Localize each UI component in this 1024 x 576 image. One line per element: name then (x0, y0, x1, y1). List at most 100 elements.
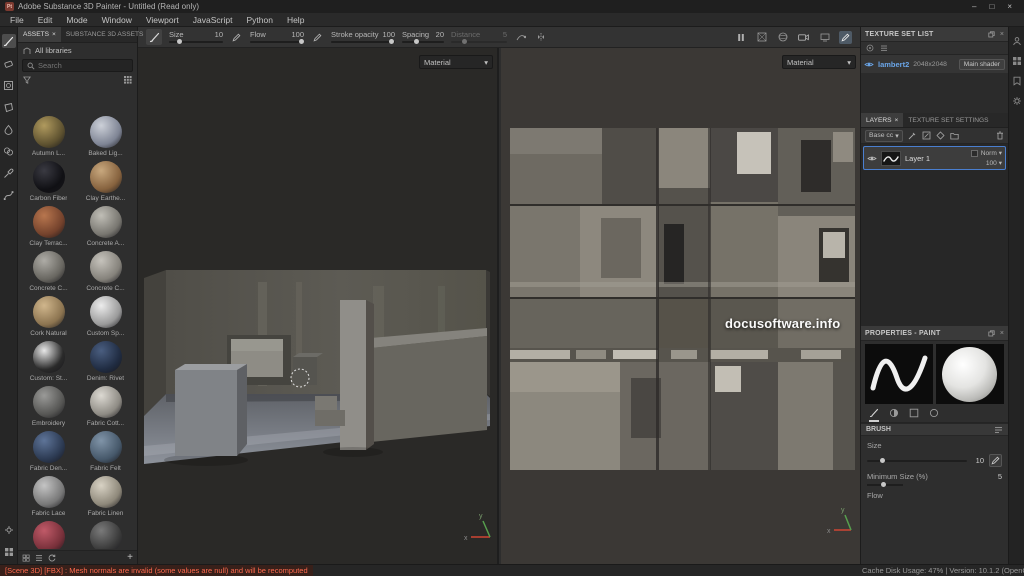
asset-item[interactable]: Cork Natural (20, 292, 77, 337)
asset-item[interactable]: Baked Lig... (77, 112, 134, 157)
viewport-3d-material-dropdown[interactable]: Material ▾ (419, 55, 493, 69)
layer-opacity-dropdown[interactable]: 100 ▾ (986, 159, 1002, 167)
material-picker-tool[interactable] (2, 166, 16, 180)
tab-brush[interactable] (869, 408, 879, 422)
display-settings-icon[interactable] (818, 31, 831, 44)
asset-item[interactable]: Fabric Lace (20, 472, 77, 517)
viewport-3d[interactable]: x y Material ▾ (138, 48, 499, 564)
minimize-button[interactable]: – (972, 2, 976, 11)
spacing-value[interactable]: 20 (436, 31, 444, 38)
blend-mode-dropdown[interactable]: Norm ▾ (981, 149, 1002, 157)
asset-item[interactable]: Fabric Plu... (77, 517, 134, 549)
symmetry-icon[interactable] (534, 31, 547, 44)
search-box[interactable] (22, 59, 133, 72)
close-panel-icon[interactable]: × (1000, 31, 1004, 38)
grid-view-icon[interactable] (123, 75, 132, 84)
flow-slider[interactable] (250, 41, 304, 43)
material-sphere-preview[interactable] (936, 344, 1004, 404)
stroke-opacity-slider-handle[interactable] (389, 39, 394, 44)
preset-list-icon[interactable] (994, 426, 1003, 434)
add-group-icon[interactable] (950, 132, 959, 140)
flow-value[interactable]: 100 (291, 31, 304, 38)
asset-item[interactable]: Autumn L... (20, 112, 77, 157)
menu-item-help[interactable]: Help (280, 15, 311, 25)
perspective-icon[interactable] (755, 31, 768, 44)
layer-indicator[interactable] (971, 150, 978, 157)
add-paint-layer-icon[interactable] (922, 131, 931, 140)
asset-item[interactable]: Clay Terrac... (20, 202, 77, 247)
tool-settings-icon[interactable] (2, 523, 16, 537)
menu-item-mode[interactable]: Mode (59, 15, 94, 25)
asset-item[interactable]: Fabric Linen (77, 472, 134, 517)
asset-item[interactable]: Clay Earthe... (77, 157, 134, 202)
layer-thumbnail[interactable] (881, 151, 901, 166)
channel-filter-dropdown[interactable]: Base cc ▾ (865, 130, 903, 142)
flow-pressure-icon[interactable] (311, 31, 324, 44)
thumbnails-view-icon[interactable] (22, 554, 30, 562)
menu-item-python[interactable]: Python (239, 15, 279, 25)
menu-item-file[interactable]: File (3, 15, 31, 25)
asset-item[interactable]: Denim: Rivet (77, 337, 134, 382)
asset-item[interactable]: Embroidery (20, 382, 77, 427)
paint-tool[interactable] (2, 34, 16, 48)
viewport-2d-material-dropdown[interactable]: Material ▾ (782, 55, 856, 69)
brush-size-value[interactable]: 10 (972, 456, 984, 465)
tab-layers-close-icon[interactable]: × (895, 117, 899, 124)
tab-alpha[interactable] (889, 408, 899, 422)
brush-size-slider-handle[interactable] (880, 458, 885, 463)
size-slider[interactable] (169, 41, 223, 43)
account-icon[interactable] (1012, 36, 1022, 46)
brush-size-slider[interactable] (867, 460, 967, 462)
tab-substance-3d-assets[interactable]: SUBSTANCE 3D ASSETS (61, 27, 149, 42)
add-effect-icon[interactable] (908, 131, 917, 140)
path-tool[interactable] (2, 188, 16, 202)
environment-sphere-icon[interactable] (776, 31, 789, 44)
spacing-slider-handle[interactable] (414, 39, 419, 44)
asset-item[interactable]: Fabric Nylon (20, 517, 77, 549)
eraser-tool[interactable] (2, 56, 16, 70)
undock-panel-icon[interactable] (988, 31, 995, 38)
tab-assets[interactable]: ASSETS × (18, 27, 61, 42)
add-resources-button[interactable]: + (127, 553, 133, 563)
size-slider-handle[interactable] (177, 39, 182, 44)
menu-item-javascript[interactable]: JavaScript (186, 15, 240, 25)
asset-item[interactable]: Fabric Den... (20, 427, 77, 472)
polygon-fill-tool[interactable] (2, 100, 16, 114)
min-size-slider[interactable] (867, 484, 903, 486)
asset-item[interactable]: Fabric Felt (77, 427, 134, 472)
pause-engine-icon[interactable] (734, 31, 747, 44)
asset-item[interactable]: Concrete C... (77, 247, 134, 292)
size-value[interactable]: 10 (215, 31, 223, 38)
tab-material[interactable] (929, 408, 939, 422)
asset-item[interactable]: Custom Sp... (77, 292, 134, 337)
tsl-filter-icon[interactable] (866, 44, 874, 52)
menu-item-window[interactable]: Window (95, 15, 139, 25)
size-pressure-icon[interactable] (230, 31, 243, 44)
stroke-opacity-value[interactable]: 100 (382, 31, 395, 38)
asset-item[interactable]: Concrete C... (20, 247, 77, 292)
filter-icon[interactable] (23, 76, 31, 84)
texture-set-row[interactable]: lambert2 2048x2048 Main shader (861, 55, 1008, 73)
layer-visibility-icon[interactable] (867, 155, 877, 162)
apps-icon[interactable] (1012, 56, 1022, 66)
tsl-list-icon[interactable] (880, 44, 888, 52)
add-fill-layer-icon[interactable] (936, 131, 945, 140)
shelf-toggle-icon[interactable] (2, 545, 16, 559)
settings-icon[interactable] (1012, 96, 1022, 106)
list-view-icon[interactable] (35, 554, 43, 562)
tab-layers[interactable]: LAYERS × (861, 113, 903, 127)
maximize-button[interactable]: □ (989, 2, 994, 11)
pencil-mode-icon[interactable] (839, 31, 852, 44)
learn-icon[interactable] (1012, 76, 1022, 86)
tab-assets-close-icon[interactable]: × (52, 31, 56, 38)
menu-item-viewport[interactable]: Viewport (139, 15, 186, 25)
smudge-tool[interactable] (2, 122, 16, 136)
tab-stencil[interactable] (909, 408, 919, 422)
close-button[interactable]: × (1007, 2, 1012, 11)
stroke-opacity-slider[interactable] (331, 41, 395, 43)
delete-layer-icon[interactable] (996, 131, 1004, 140)
spacing-slider[interactable] (402, 41, 444, 43)
asset-grid[interactable]: Autumn L...Baked Lig...Carbon FiberClay … (20, 112, 135, 549)
tab-texture-set-settings[interactable]: TEXTURE SET SETTINGS (903, 113, 993, 127)
undock-panel-icon[interactable] (988, 330, 995, 337)
